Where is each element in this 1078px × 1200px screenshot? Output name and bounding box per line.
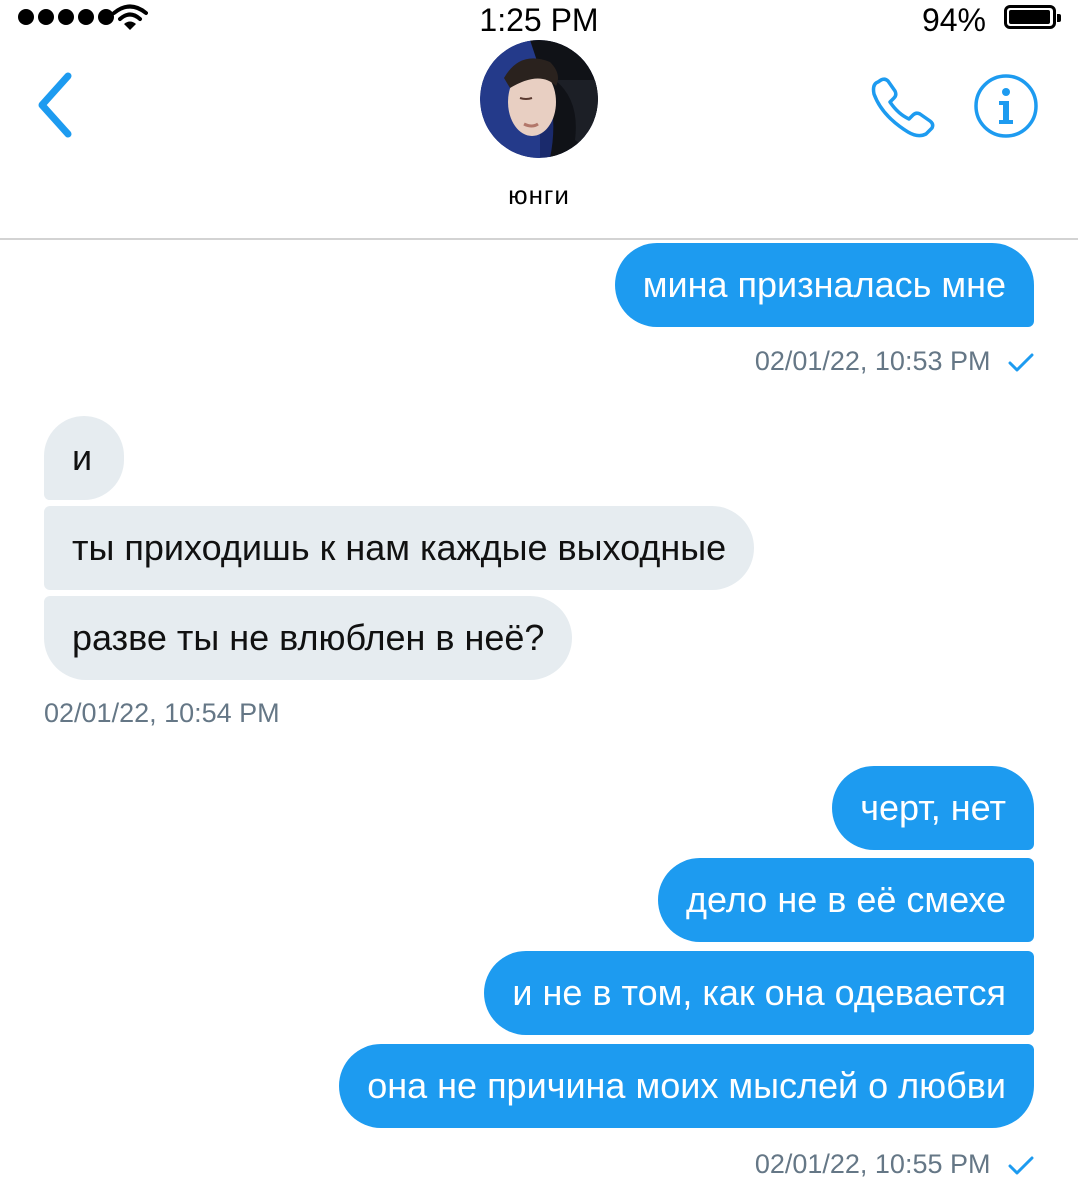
timestamp-text: 02/01/22, 10:55 PM [754,1149,991,1179]
outgoing-message[interactable]: черт, нет [832,766,1034,850]
avatar[interactable] [480,40,598,158]
status-bar: 1:25 PM 94% [0,0,1078,40]
battery-icon [1004,5,1061,29]
chevron-left-icon[interactable] [30,70,80,140]
incoming-message[interactable]: ты приходишь к нам каждые выходные [44,506,755,590]
checkmark-icon [1008,1156,1034,1175]
outgoing-message[interactable]: мина призналась мне [614,243,1034,327]
info-icon[interactable] [972,72,1040,140]
outgoing-message[interactable]: и не в том, как она одевается [484,951,1034,1035]
checkmark-icon [1008,353,1034,372]
message-timestamp: 02/01/22, 10:53 PM [755,346,1034,377]
incoming-message[interactable]: и [44,416,124,500]
message-timestamp: 02/01/22, 10:54 PM [44,698,280,728]
status-time: 1:25 PM [479,2,599,38]
conversation-header: юнги [0,40,1078,240]
contact-name[interactable]: юнги [0,180,1078,211]
outgoing-message[interactable]: дело не в её смехе [658,858,1034,942]
outgoing-message[interactable]: она не причина моих мыслей о любви [339,1044,1034,1128]
message-timestamp: 02/01/22, 10:55 PM [755,1149,1034,1180]
battery-percentage: 94% [921,2,986,38]
phone-icon[interactable] [868,76,938,140]
incoming-message[interactable]: разве ты не влюблен в неё? [44,596,573,680]
timestamp-text: 02/01/22, 10:53 PM [754,346,991,376]
